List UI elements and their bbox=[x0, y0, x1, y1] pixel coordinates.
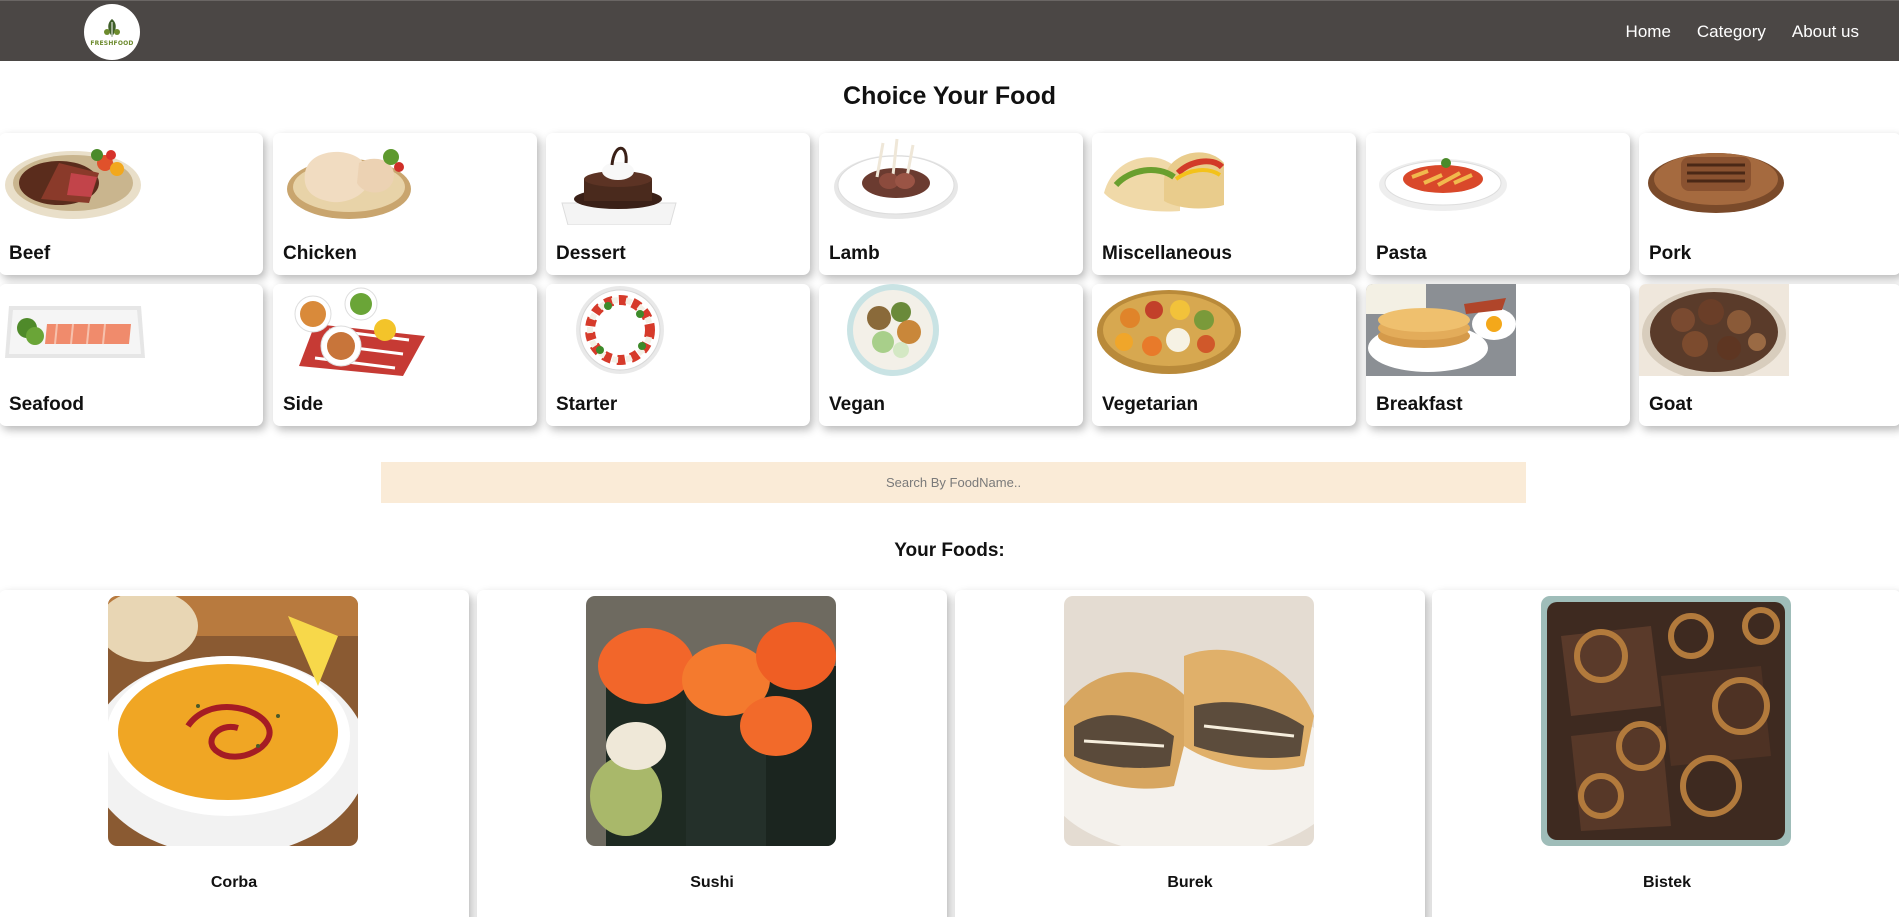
nav-about-link[interactable]: About us bbox=[1792, 22, 1859, 42]
sushi-image bbox=[586, 596, 836, 846]
nav-home-link[interactable]: Home bbox=[1626, 22, 1671, 42]
category-grid: Beef Chicken Dessert Lamb Miscellaneous … bbox=[0, 133, 1899, 428]
category-card-beef[interactable]: Beef bbox=[0, 133, 263, 275]
category-card-side[interactable]: Side bbox=[273, 284, 537, 426]
category-label: Pork bbox=[1649, 243, 1692, 264]
navbar: FRESHFOOD Home Category About us bbox=[0, 0, 1899, 61]
nav-category-link[interactable]: Category bbox=[1697, 22, 1766, 42]
page-title: Choice Your Food bbox=[843, 82, 1056, 110]
category-card-seafood[interactable]: Seafood bbox=[0, 284, 263, 426]
category-card-pasta[interactable]: Pasta bbox=[1366, 133, 1630, 275]
corba-image bbox=[108, 596, 358, 846]
category-card-starter[interactable]: Starter bbox=[546, 284, 810, 426]
category-card-goat[interactable]: Goat bbox=[1639, 284, 1899, 426]
food-card-corba[interactable]: Corba bbox=[0, 590, 469, 917]
pork-image bbox=[1648, 153, 1784, 213]
food-grid: Corba Sushi Burek Bistek bbox=[0, 590, 1899, 917]
leaf-icon bbox=[104, 19, 120, 37]
beef-image bbox=[5, 149, 141, 219]
category-label: Vegan bbox=[829, 394, 885, 415]
nav-menu: Home Category About us bbox=[1626, 1, 1859, 62]
food-name: Sushi bbox=[690, 874, 734, 891]
chicken-image bbox=[287, 149, 411, 219]
category-label: Goat bbox=[1649, 394, 1693, 415]
food-card-burek[interactable]: Burek bbox=[955, 590, 1425, 917]
burek-image bbox=[1064, 596, 1314, 846]
bistek-image bbox=[1541, 596, 1791, 846]
category-card-miscellaneous[interactable]: Miscellaneous bbox=[1092, 133, 1356, 275]
vegetarian-image bbox=[1097, 290, 1241, 374]
category-label: Vegetarian bbox=[1102, 394, 1199, 415]
category-label: Dessert bbox=[556, 243, 626, 264]
search-bar bbox=[381, 462, 1526, 503]
food-name: Corba bbox=[210, 874, 258, 891]
breakfast-image bbox=[1366, 284, 1516, 376]
category-card-lamb[interactable]: Lamb bbox=[819, 133, 1083, 275]
brand-logo-text: FRESHFOOD bbox=[90, 40, 134, 47]
starter-image bbox=[576, 286, 664, 374]
category-label: Starter bbox=[556, 394, 618, 415]
seafood-image bbox=[5, 306, 145, 358]
side-image bbox=[294, 287, 425, 376]
category-label: Pasta bbox=[1376, 243, 1427, 264]
category-label: Chicken bbox=[283, 243, 357, 264]
category-label: Breakfast bbox=[1376, 394, 1463, 415]
food-name: Bistek bbox=[1642, 874, 1692, 891]
category-card-vegetarian[interactable]: Vegetarian bbox=[1092, 284, 1356, 426]
category-label: Beef bbox=[9, 243, 51, 264]
food-name: Burek bbox=[1167, 874, 1213, 891]
category-label: Side bbox=[283, 394, 324, 415]
goat-image bbox=[1639, 284, 1789, 376]
category-card-vegan[interactable]: Vegan bbox=[819, 284, 1083, 426]
category-label: Miscellaneous bbox=[1102, 243, 1232, 264]
search-input[interactable] bbox=[381, 462, 1526, 503]
brand-logo[interactable]: FRESHFOOD bbox=[84, 4, 140, 60]
category-label: Seafood bbox=[9, 394, 84, 415]
category-card-breakfast[interactable]: Breakfast bbox=[1366, 284, 1630, 426]
food-card-sushi[interactable]: Sushi bbox=[477, 590, 947, 917]
category-card-pork[interactable]: Pork bbox=[1639, 133, 1899, 275]
lamb-image bbox=[834, 138, 958, 219]
category-label: Lamb bbox=[829, 243, 880, 264]
dessert-image bbox=[561, 146, 677, 225]
category-card-chicken[interactable]: Chicken bbox=[273, 133, 537, 275]
miscellaneous-image bbox=[1104, 152, 1225, 212]
category-card-dessert[interactable]: Dessert bbox=[546, 133, 810, 275]
pasta-image bbox=[1379, 158, 1507, 211]
foods-section-title: Your Foods: bbox=[894, 540, 1005, 561]
vegan-image bbox=[847, 284, 939, 376]
food-card-bistek[interactable]: Bistek bbox=[1432, 590, 1899, 917]
